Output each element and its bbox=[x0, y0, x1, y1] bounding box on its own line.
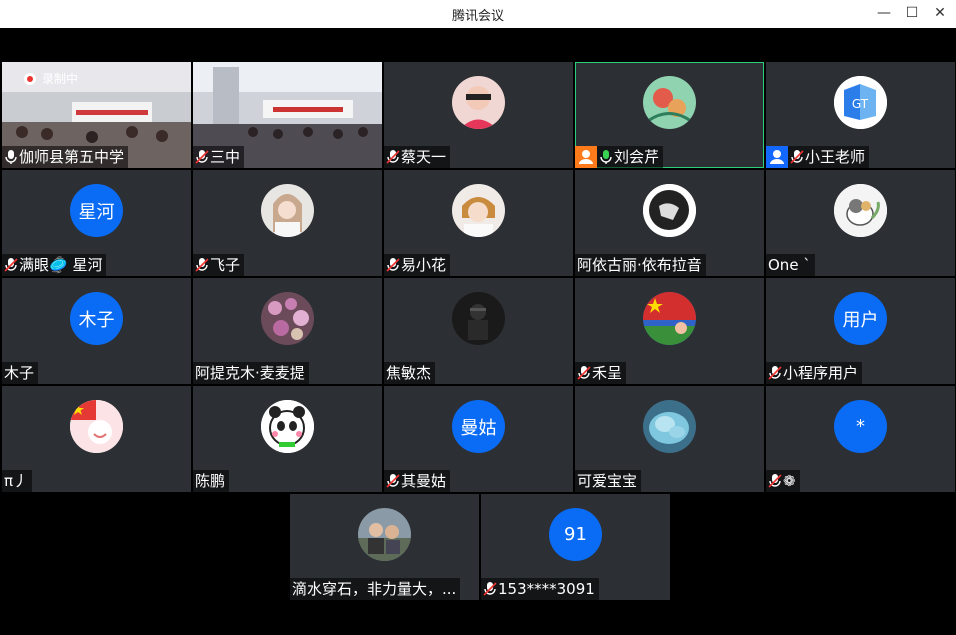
participant-nameplate: 陈鹏 bbox=[193, 470, 230, 492]
mic-muted-icon bbox=[386, 257, 400, 273]
avatar-initials: 星河 bbox=[70, 184, 123, 237]
avatar-photo bbox=[70, 400, 123, 453]
participant-tile-6[interactable]: 飞子 bbox=[193, 170, 382, 276]
participant-tile-9[interactable]: One ` bbox=[766, 170, 955, 276]
participant-tile-5[interactable]: 星河 满眼🥏 星河 bbox=[2, 170, 191, 276]
mic-muted-icon bbox=[4, 257, 18, 273]
participant-tile-20[interactable]: 滴水穿石，非力量大，... bbox=[290, 494, 479, 600]
participant-nameplate: 小王老师 bbox=[766, 146, 870, 168]
participant-tile-11[interactable]: 阿提克木·麦麦提 bbox=[193, 278, 382, 384]
avatar-photo bbox=[358, 508, 411, 561]
participant-nameplate: 满眼🥏 星河 bbox=[2, 254, 107, 276]
avatar-photo bbox=[834, 184, 887, 237]
participant-tile-1[interactable]: 三中 bbox=[193, 62, 382, 168]
participant-nameplate: 三中 bbox=[193, 146, 245, 168]
record-icon bbox=[24, 72, 36, 85]
participant-nameplate: 飞子 bbox=[193, 254, 245, 276]
window-title: 腾讯会议 bbox=[451, 9, 504, 24]
avatar-photo bbox=[643, 400, 696, 453]
host-badge-icon bbox=[575, 146, 597, 168]
participant-nameplate: 其曼姑 bbox=[384, 470, 451, 492]
participant-tile-3[interactable]: 刘会芹 bbox=[575, 62, 764, 168]
participant-tile-14[interactable]: 用户 小程序用户 bbox=[766, 278, 955, 384]
participant-nameplate: 蔡天一 bbox=[384, 146, 451, 168]
avatar-photo bbox=[261, 184, 314, 237]
participant-tile-19[interactable]: * ❁ bbox=[766, 386, 955, 492]
participant-nameplate: 木子 bbox=[2, 362, 39, 384]
avatar-photo bbox=[452, 292, 505, 345]
avatar-photo bbox=[643, 292, 696, 345]
mic-on-icon bbox=[599, 149, 613, 165]
cohost-badge-icon bbox=[766, 146, 788, 168]
participant-nameplate: 刘会芹 bbox=[575, 146, 664, 168]
participant-nameplate: 易小花 bbox=[384, 254, 451, 276]
participant-tile-18[interactable]: 可爱宝宝 bbox=[575, 386, 764, 492]
video-grid: 录制中 伽师县第五中学 三中 蔡天一 刘会芹 GT 小王老师 星河 满眼🥏 星河… bbox=[0, 28, 956, 635]
avatar-initials: 曼姑 bbox=[452, 400, 505, 453]
mic-muted-icon bbox=[386, 149, 400, 165]
participant-tile-8[interactable]: 阿依古丽·依布拉音 bbox=[575, 170, 764, 276]
mic-muted-icon bbox=[577, 365, 591, 381]
participant-nameplate: π丿 bbox=[2, 470, 33, 492]
participant-nameplate: 滴水穿石，非力量大，... bbox=[290, 578, 461, 600]
participant-tile-10[interactable]: 木子 木子 bbox=[2, 278, 191, 384]
recording-indicator: 录制中 bbox=[24, 70, 78, 87]
participant-tile-16[interactable]: 陈鹏 bbox=[193, 386, 382, 492]
participant-tile-4[interactable]: GT 小王老师 bbox=[766, 62, 955, 168]
participant-tile-7[interactable]: 易小花 bbox=[384, 170, 573, 276]
avatar-initials: * bbox=[834, 400, 887, 453]
mic-muted-icon bbox=[790, 149, 804, 165]
participant-tile-17[interactable]: 曼姑 其曼姑 bbox=[384, 386, 573, 492]
mic-on-icon bbox=[4, 149, 18, 165]
minimize-button[interactable]: — bbox=[874, 4, 894, 22]
participant-nameplate: 153****3091 bbox=[481, 578, 599, 600]
avatar-photo bbox=[643, 76, 696, 129]
participant-tile-13[interactable]: 禾呈 bbox=[575, 278, 764, 384]
participant-nameplate: 小程序用户 bbox=[766, 362, 863, 384]
mic-muted-icon bbox=[768, 365, 782, 381]
participant-nameplate: 阿依古丽·依布拉音 bbox=[575, 254, 706, 276]
participant-nameplate: One ` bbox=[766, 254, 815, 276]
avatar-photo bbox=[452, 184, 505, 237]
avatar-photo bbox=[452, 76, 505, 129]
participant-nameplate: ❁ bbox=[766, 470, 800, 492]
participant-nameplate: 禾呈 bbox=[575, 362, 627, 384]
mic-muted-icon bbox=[386, 473, 400, 489]
avatar-photo: GT bbox=[834, 76, 887, 129]
participant-nameplate: 可爱宝宝 bbox=[575, 470, 642, 492]
participant-tile-21[interactable]: 91 153****3091 bbox=[481, 494, 670, 600]
participant-tile-15[interactable]: π丿 bbox=[2, 386, 191, 492]
participant-tile-12[interactable]: 焦敏杰 bbox=[384, 278, 573, 384]
avatar-initials: 木子 bbox=[70, 292, 123, 345]
avatar-initials: 用户 bbox=[834, 292, 887, 345]
participant-nameplate: 伽师县第五中学 bbox=[2, 146, 129, 168]
avatar-photo bbox=[643, 184, 696, 237]
svg-text:GT: GT bbox=[852, 97, 869, 111]
mic-muted-icon bbox=[483, 581, 497, 597]
participant-nameplate: 阿提克木·麦麦提 bbox=[193, 362, 309, 384]
avatar-photo bbox=[261, 400, 314, 453]
mic-muted-icon bbox=[768, 473, 782, 489]
participant-nameplate: 焦敏杰 bbox=[384, 362, 436, 384]
title-bar: 腾讯会议 — ☐ ✕ bbox=[0, 0, 956, 28]
mic-muted-icon bbox=[195, 149, 209, 165]
participant-tile-2[interactable]: 蔡天一 bbox=[384, 62, 573, 168]
avatar-photo bbox=[261, 292, 314, 345]
mic-muted-icon bbox=[195, 257, 209, 273]
participant-tile-0[interactable]: 录制中 伽师县第五中学 bbox=[2, 62, 191, 168]
maximize-button[interactable]: ☐ bbox=[902, 4, 922, 22]
close-button[interactable]: ✕ bbox=[930, 4, 950, 22]
avatar-initials: 91 bbox=[549, 508, 602, 561]
